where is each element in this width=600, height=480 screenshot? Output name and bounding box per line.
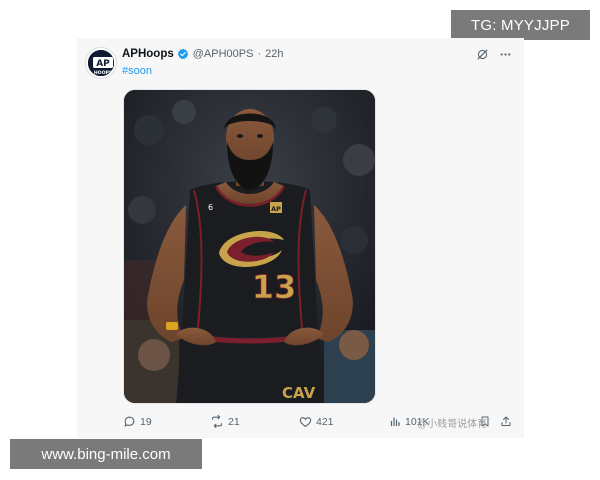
header-separator: · [257,48,262,60]
like-icon [299,417,312,428]
jersey-patch-number: 6 [208,203,213,212]
chinese-watermark-text: @小贱哥说体育 [417,419,488,430]
share-button[interactable] [500,415,512,428]
grok-icon[interactable] [476,48,489,61]
tweet-time[interactable]: 22h [265,48,283,60]
repost-button[interactable]: 21 [210,415,240,428]
author-handle[interactable]: @APH00PS [193,48,254,60]
like-count: 421 [316,415,334,428]
avatar-logo-subtext: HOOPS [94,70,112,76]
more-options-icon[interactable] [499,48,512,61]
like-button[interactable]: 421 [299,415,334,428]
jersey-patch-text: AP [271,205,281,213]
tweet-top-actions [476,48,512,61]
jersey-number: 13 [252,268,297,306]
reply-button[interactable]: 19 [123,415,152,428]
aphoops-logo-icon: AP HOOPS [88,50,114,76]
share-icon [501,416,511,426]
views-icon [390,417,400,427]
avatar[interactable]: AP HOOPS [86,48,116,78]
author-name[interactable]: APHoops [122,48,174,60]
repost-count: 21 [228,415,240,428]
avatar-logo-text: AP [96,59,110,69]
player-photo-illustration: 13 6 AP CAV [124,90,375,403]
repost-icon [212,415,222,428]
verified-badge-icon [177,48,189,60]
tweet-card[interactable]: AP HOOPS APHoops @APH00PS · 22h #soon 13… [77,38,524,438]
url-overlay-label: www.bing-mile.com [10,439,202,469]
reply-icon [124,416,135,427]
tweet-header: APHoops @APH00PS · 22h [122,48,283,60]
shorts-text: CAV [282,384,316,402]
tweet-text-hashtag[interactable]: #soon [122,65,152,77]
tg-overlay-label: TG: MYYJJPP [451,10,590,40]
screenshot-page: TG: MYYJJPP AP HOOPS APHoops @APH00PS · … [0,0,600,480]
tweet-media-image[interactable]: 13 6 AP CAV [123,89,376,404]
reply-count: 19 [140,415,152,428]
